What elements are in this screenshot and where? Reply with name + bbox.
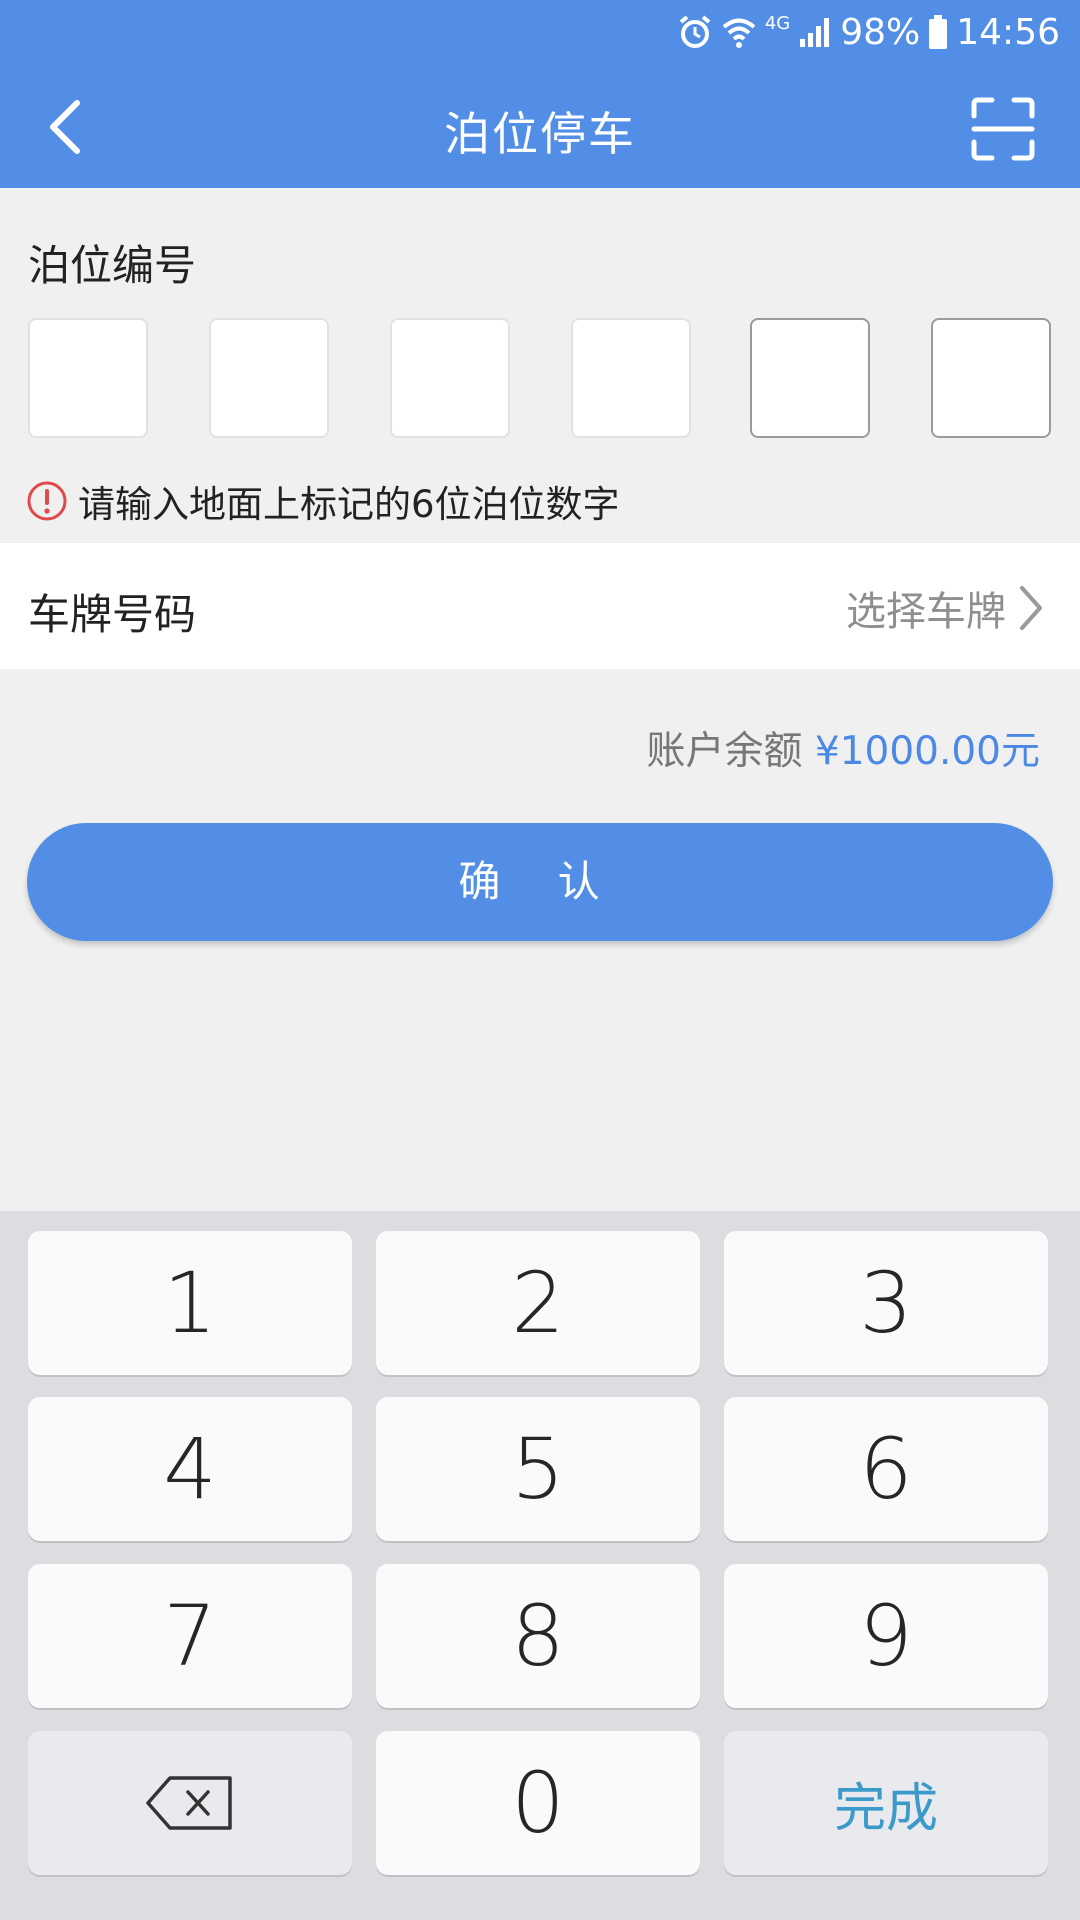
- key-3[interactable]: 3: [724, 1231, 1048, 1375]
- battery-percent: 98%: [840, 11, 921, 53]
- plate-row[interactable]: 车牌号码 选择车牌: [0, 543, 1080, 669]
- done-key[interactable]: 完成: [724, 1731, 1048, 1875]
- berth-hint-text: 请输入地面上标记的6位泊位数字: [78, 483, 620, 526]
- berth-digit-box[interactable]: [931, 318, 1051, 438]
- page-title: 泊位停车: [444, 107, 636, 161]
- key-4[interactable]: 4: [28, 1397, 352, 1541]
- berth-digit-box[interactable]: [209, 318, 329, 438]
- berth-digit-box[interactable]: [750, 318, 870, 438]
- status-icons: 4G 98% 14:56: [677, 10, 1060, 54]
- key-8[interactable]: 8: [376, 1564, 700, 1708]
- select-plate-text: 选择车牌: [846, 589, 1006, 635]
- confirm-button[interactable]: 确 认: [27, 823, 1053, 941]
- berth-digit-box[interactable]: [28, 318, 148, 438]
- account-balance: 账户余额 ¥1000.00元: [646, 720, 1040, 776]
- key-7[interactable]: 7: [28, 1564, 352, 1708]
- signal-icon: [798, 15, 832, 49]
- balance-amount: ¥1000.00元: [814, 729, 1040, 774]
- plate-number-label: 车牌号码: [28, 590, 197, 639]
- scan-button[interactable]: [970, 96, 1036, 162]
- key-5[interactable]: 5: [376, 1397, 700, 1541]
- status-bar: 4G 98% 14:56: [0, 0, 1080, 64]
- berth-code-input[interactable]: [28, 318, 1054, 440]
- key-2[interactable]: 2: [376, 1231, 700, 1375]
- numeric-keypad: 1 2 3 4 5 6 7 8 9 0 完成: [0, 1211, 1080, 1920]
- berth-digit-box[interactable]: [390, 318, 510, 438]
- alarm-icon: [677, 14, 713, 50]
- key-1[interactable]: 1: [28, 1231, 352, 1375]
- title-bar: 泊位停车: [0, 64, 1080, 188]
- berth-hint: 请输入地面上标记的6位泊位数字: [26, 474, 620, 528]
- network-type: 4G: [764, 12, 791, 34]
- app-header: 4G 98% 14:56 泊位停车: [0, 0, 1080, 188]
- chevron-right-icon: [1020, 586, 1042, 630]
- balance-label: 账户余额: [646, 729, 803, 774]
- backspace-key[interactable]: [28, 1731, 352, 1875]
- clock: 14:56: [956, 11, 1060, 53]
- select-plate-button[interactable]: 选择车牌: [846, 579, 1044, 637]
- key-6[interactable]: 6: [724, 1397, 1048, 1541]
- berth-number-label: 泊位编号: [28, 241, 197, 290]
- scan-icon: [971, 97, 1035, 161]
- key-0[interactable]: 0: [376, 1731, 700, 1875]
- backspace-icon: [146, 1776, 232, 1830]
- wifi-icon: [721, 14, 757, 50]
- warning-icon: [27, 481, 67, 521]
- berth-digit-box[interactable]: [571, 318, 691, 438]
- key-9[interactable]: 9: [724, 1564, 1048, 1708]
- battery-icon: [928, 14, 948, 50]
